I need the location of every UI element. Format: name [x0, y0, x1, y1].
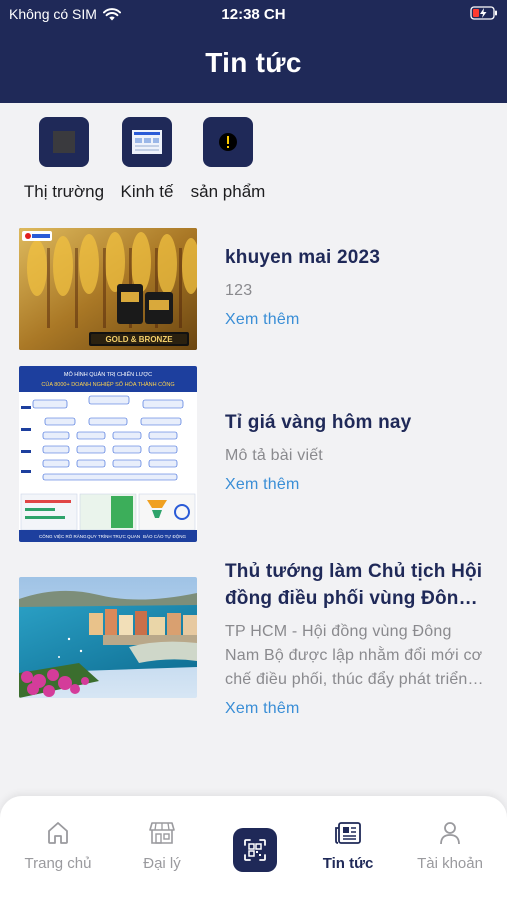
thumbnail-footer-label: QUY TRÌNH TRỰC QUAN	[87, 533, 140, 539]
news-title[interactable]: Thủ tướng làm Chủ tịch Hội đồng điều phố…	[225, 558, 489, 612]
category-economy[interactable]: Kinh tế	[114, 117, 180, 202]
economy-icon	[122, 117, 172, 167]
market-icon	[39, 117, 89, 167]
thumbnail-text: GOLD & BRONZE	[105, 335, 173, 344]
news-body: Tỉ giá vàng hôm nay Mô tả bài viết Xem t…	[225, 409, 489, 494]
news-icon	[335, 820, 361, 846]
nav-label: Trang chủ	[24, 855, 92, 872]
news-title[interactable]: khuyen mai 2023	[225, 244, 489, 271]
nav-label: Tài khoản	[417, 855, 483, 872]
status-time: 12:38 CH	[221, 6, 286, 23]
read-more-link[interactable]: Xem thêm	[225, 700, 300, 718]
category-label: Kinh tế	[120, 182, 174, 201]
thumbnail-footer-label: CÔNG VIỆC RÕ RÀNG	[39, 532, 87, 539]
thumbnail-subheading: CỦA 8000+ DOANH NGHIỆP SỐ HÓA THÀNH CÔNG	[41, 380, 174, 388]
news-description: TP HCM - Hội đồng vùng Đông Nam Bộ được …	[225, 623, 483, 688]
product-icon	[203, 117, 253, 167]
news-item[interactable]: Thủ tướng làm Chủ tịch Hội đồng điều phố…	[19, 558, 489, 718]
category-label: sản phẩm	[190, 182, 266, 201]
app-header: Không có SIM 12:38 CH Tin tức	[0, 0, 507, 103]
news-thumbnail: GOLD & BRONZE	[19, 228, 197, 350]
news-description: Mô tả bài viết	[225, 447, 323, 464]
nav-agency[interactable]: Đại lý	[117, 820, 207, 872]
category-bar: Thị trường Kinh tế sản phẩm	[0, 103, 507, 213]
bottom-navigation: Trang chủ Đại lý Tin tức Tài khoản	[0, 796, 507, 900]
status-bar: Không có SIM 12:38 CH	[0, 0, 507, 30]
thumbnail-heading: MÔ HÌNH QUẢN TRỊ CHIẾN LƯỢC	[64, 371, 152, 378]
nav-label: Tin tức	[322, 855, 374, 872]
news-title[interactable]: Tỉ giá vàng hôm nay	[225, 409, 489, 436]
qr-scan-icon	[244, 839, 266, 861]
page-title: Tin tức	[205, 47, 302, 78]
news-description: 123	[225, 282, 253, 299]
nav-label: Đại lý	[143, 855, 181, 872]
news-body: Thủ tướng làm Chủ tịch Hội đồng điều phố…	[225, 558, 489, 718]
news-item[interactable]: MÔ HÌNH QUẢN TRỊ CHIẾN LƯỢC CỦA 8000+ DO…	[19, 366, 489, 542]
category-label: Thị trường	[23, 182, 105, 201]
read-more-link[interactable]: Xem thêm	[225, 311, 300, 329]
home-icon	[45, 820, 71, 846]
account-icon	[437, 820, 463, 846]
news-thumbnail	[19, 577, 197, 698]
store-icon	[149, 820, 175, 846]
nav-home[interactable]: Trang chủ	[13, 820, 103, 872]
news-body: khuyen mai 2023 123 Xem thêm	[225, 244, 489, 329]
battery-charging-icon	[470, 6, 498, 23]
category-market[interactable]: Thị trường	[17, 117, 111, 202]
news-item[interactable]: GOLD & BRONZE khuyen mai 2023 123 Xem th…	[19, 228, 489, 350]
news-thumbnail: MÔ HÌNH QUẢN TRỊ CHIẾN LƯỢC CỦA 8000+ DO…	[19, 366, 197, 542]
category-product[interactable]: sản phẩm	[186, 117, 270, 202]
nav-account[interactable]: Tài khoản	[405, 820, 495, 872]
nav-news[interactable]: Tin tức	[303, 820, 393, 872]
read-more-link[interactable]: Xem thêm	[225, 476, 300, 494]
qr-scan-button[interactable]	[233, 828, 277, 872]
thumbnail-footer-label: BÁO CÁO TỰ ĐỘNG	[143, 533, 187, 539]
